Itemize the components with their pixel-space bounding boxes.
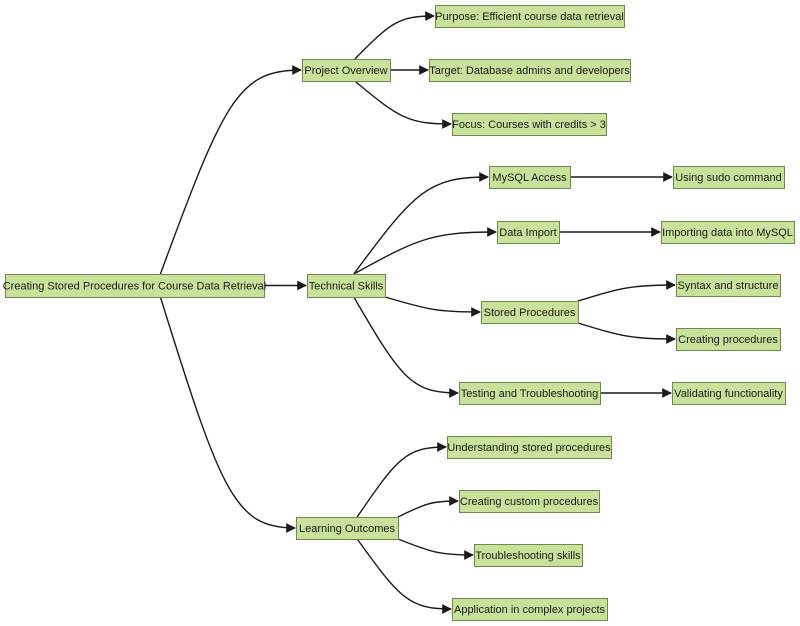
- edge-overview-to-focus: [354, 80, 452, 129]
- node-label: Creating custom procedures: [460, 496, 599, 508]
- edge-sp-to-syntax: [577, 280, 676, 302]
- node-label: Using sudo command: [675, 172, 781, 184]
- node-label: Stored Procedures: [484, 307, 576, 319]
- node-label: Creating Stored Procedures for Course Da…: [3, 280, 267, 292]
- node-sudo[interactable]: Using sudo command: [673, 166, 785, 189]
- diagram-canvas: Creating Stored Procedures for Course Da…: [3, 5, 795, 621]
- edge-learning-to-troubleshooting: [397, 538, 474, 560]
- nodes: Creating Stored Procedures for Course Da…: [3, 5, 795, 621]
- node-label: Focus: Courses with credits > 3: [452, 119, 606, 131]
- node-mysql[interactable]: MySQL Access: [489, 166, 571, 189]
- edge-root-to-overview: [159, 65, 302, 275]
- node-label: Technical Skills: [309, 280, 384, 292]
- node-label: Validating functionality: [674, 388, 783, 400]
- node-label: Creating procedures: [678, 334, 778, 346]
- node-creating[interactable]: Creating procedures: [676, 328, 781, 351]
- edge-tech-to-sp: [384, 296, 481, 317]
- edge-learning-to-understanding: [356, 442, 447, 518]
- node-purpose[interactable]: Purpose: Efficient course data retrieval: [435, 5, 625, 28]
- node-syntax[interactable]: Syntax and structure: [676, 274, 781, 297]
- node-label: Target: Database admins and developers: [429, 65, 630, 77]
- edge-learning-to-custom: [397, 496, 459, 518]
- node-label: Understanding stored procedures: [447, 442, 611, 454]
- node-validating[interactable]: Validating functionality: [672, 382, 786, 405]
- node-learning[interactable]: Learning Outcomes: [296, 517, 399, 540]
- node-root[interactable]: Creating Stored Procedures for Course Da…: [3, 274, 267, 298]
- edge-sp-to-creating: [577, 322, 676, 344]
- node-overview[interactable]: Project Overview: [302, 59, 391, 82]
- node-label: Purpose: Efficient course data retrieval: [435, 11, 624, 23]
- edge-tech-to-import: [353, 227, 497, 275]
- node-label: Testing and Troubleshooting: [461, 388, 599, 400]
- edge-tech-to-testing: [353, 296, 459, 398]
- node-testing[interactable]: Testing and Troubleshooting: [459, 382, 601, 405]
- node-label: Importing data into MySQL: [662, 227, 793, 239]
- node-import[interactable]: Data Import: [497, 221, 560, 244]
- node-label: Learning Outcomes: [299, 523, 395, 535]
- node-importing[interactable]: Importing data into MySQL: [661, 221, 795, 244]
- edges: [159, 11, 676, 614]
- edge-root-to-learning: [159, 296, 296, 533]
- node-label: Data Import: [499, 227, 556, 239]
- node-sp[interactable]: Stored Procedures: [481, 301, 579, 324]
- node-focus[interactable]: Focus: Courses with credits > 3: [452, 113, 607, 136]
- edge-tech-to-mysql: [353, 172, 489, 275]
- node-label: Application in complex projects: [454, 604, 606, 616]
- edge-overview-to-purpose: [354, 11, 435, 60]
- node-troubleshooting[interactable]: Troubleshooting skills: [474, 544, 583, 567]
- node-understanding[interactable]: Understanding stored procedures: [447, 436, 612, 459]
- node-label: Syntax and structure: [678, 280, 779, 292]
- node-tech[interactable]: Technical Skills: [307, 274, 386, 298]
- node-custom[interactable]: Creating custom procedures: [459, 490, 600, 513]
- node-label: Troubleshooting skills: [475, 550, 581, 562]
- node-label: MySQL Access: [492, 172, 567, 184]
- node-label: Project Overview: [304, 65, 387, 77]
- node-target[interactable]: Target: Database admins and developers: [429, 59, 631, 82]
- node-application[interactable]: Application in complex projects: [452, 598, 608, 621]
- edge-learning-to-application: [356, 538, 452, 614]
